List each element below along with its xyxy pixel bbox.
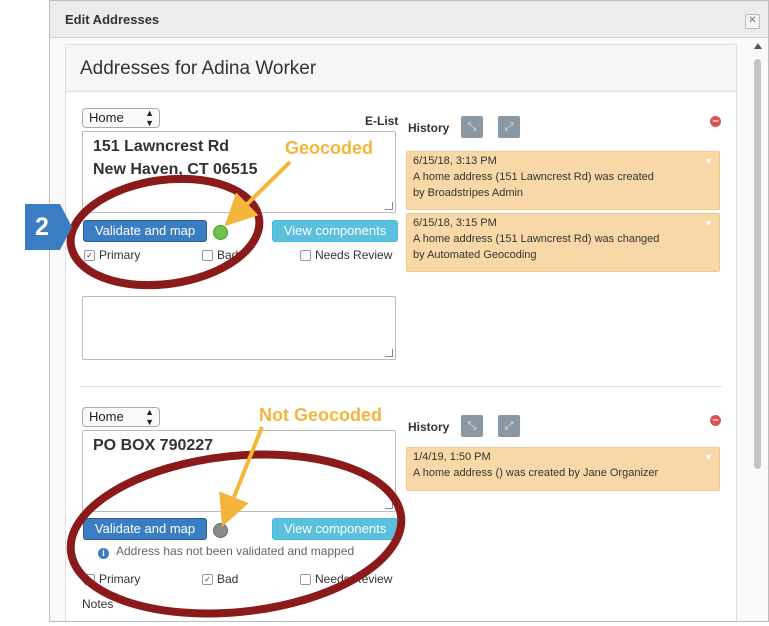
select-arrows-icon: ▲ ▼ <box>145 407 154 427</box>
info-icon: i <box>98 548 109 559</box>
validate-and-map-button[interactable]: Validate and map <box>83 518 207 540</box>
dialog-titlebar: Edit Addresses ✕ <box>50 1 768 38</box>
edit-addresses-dialog: Edit Addresses ✕ Addresses for Adina Wor… <box>49 0 769 622</box>
address-type-select[interactable]: Home ▲ ▼ <box>82 407 160 427</box>
needs-review-checkbox[interactable] <box>300 250 311 261</box>
primary-label: Primary <box>99 248 141 262</box>
resize-grip-icon[interactable] <box>385 501 393 509</box>
panel-heading: Addresses for Adina Worker <box>80 58 317 79</box>
view-components-button[interactable]: View components <box>272 220 398 242</box>
address-type-value: Home <box>89 409 124 424</box>
history-text-line-1: A home address (151 Lawncrest Rd) was ch… <box>413 233 660 245</box>
geocode-status-icon <box>213 225 228 240</box>
scrollbar[interactable] <box>752 37 764 621</box>
step-number: 2 <box>35 213 49 241</box>
bad-checkbox[interactable]: ✓ <box>202 574 213 585</box>
notes-textarea[interactable] <box>82 296 396 360</box>
scroll-up-arrow-icon[interactable] <box>754 43 762 49</box>
collapse-icon[interactable]: ⤢ <box>498 116 520 138</box>
remove-circle-icon[interactable]: – <box>710 415 721 426</box>
bad-label: Bad <box>217 572 239 586</box>
view-components-button[interactable]: View components <box>272 518 398 540</box>
dialog-title: Edit Addresses <box>65 12 160 27</box>
expand-icon[interactable]: ⤡ <box>461 415 483 437</box>
validation-info: i Address has not been validated and mapp… <box>98 544 354 559</box>
history-entry: ▼ 6/15/18, 3:13 PM A home address (151 L… <box>406 151 720 210</box>
address-line-1: PO BOX 790227 <box>93 437 214 454</box>
scrollbar-thumb[interactable] <box>754 59 761 469</box>
bad-label: Bad <box>217 248 239 262</box>
panel-header: Addresses for Adina Worker <box>66 45 736 92</box>
resize-grip-icon[interactable] <box>385 349 393 357</box>
history-time: 6/15/18, 3:15 PM <box>413 217 497 229</box>
addresses-panel: Addresses for Adina Worker Home ▲ ▼ E-Lis… <box>65 44 737 621</box>
address-divider <box>80 386 722 387</box>
history-entry: ▼ 6/15/18, 3:15 PM A home address (151 L… <box>406 213 720 272</box>
bad-checkbox[interactable] <box>202 250 213 261</box>
history-label: History <box>408 121 450 135</box>
notes-label: Notes <box>82 597 114 611</box>
primary-checkbox[interactable] <box>84 574 95 585</box>
history-text-line-1: A home address () was created by Jane Or… <box>413 467 659 479</box>
validation-info-text: Address has not been validated and mappe… <box>116 544 355 558</box>
address-textarea[interactable]: PO BOX 790227 <box>82 430 396 512</box>
primary-checkbox[interactable]: ✓ <box>84 250 95 261</box>
chevron-down-icon[interactable]: ▼ <box>704 153 713 169</box>
expand-icon[interactable]: ⤡ <box>461 116 483 138</box>
history-label: History <box>408 420 450 434</box>
resize-grip-icon[interactable] <box>385 202 393 210</box>
address-type-select[interactable]: Home ▲ ▼ <box>82 108 160 128</box>
not-geocoded-annotation: Not Geocoded <box>259 405 383 425</box>
step-badge: 2 <box>25 204 67 250</box>
history-entry: ▼ 1/4/19, 1:50 PM A home address () was … <box>406 447 720 491</box>
history-text-line-1: A home address (151 Lawncrest Rd) was cr… <box>413 171 654 183</box>
chevron-down-icon[interactable]: ▼ <box>704 449 713 465</box>
geocoded-annotation: Geocoded <box>285 138 374 158</box>
address-line-2: New Haven, CT 06515 <box>93 161 258 178</box>
collapse-icon[interactable]: ⤢ <box>498 415 520 437</box>
history-time: 1/4/19, 1:50 PM <box>413 451 491 463</box>
needs-review-checkbox[interactable] <box>300 574 311 585</box>
needs-review-label: Needs Review <box>315 248 393 262</box>
geocode-status-icon <box>213 523 228 538</box>
select-arrows-icon: ▲ ▼ <box>145 108 154 128</box>
history-time: 6/15/18, 3:13 PM <box>413 155 497 167</box>
history-text-line-2: by Broadstripes Admin <box>413 187 524 199</box>
close-icon[interactable]: ✕ <box>745 14 760 29</box>
validate-and-map-button[interactable]: Validate and map <box>83 220 207 242</box>
history-text-line-2: by Automated Geocoding <box>413 249 537 261</box>
address-type-value: Home <box>89 110 124 125</box>
needs-review-label: Needs Review <box>315 572 393 586</box>
remove-circle-icon[interactable]: – <box>710 116 721 127</box>
elist-label: E-List <box>365 114 399 128</box>
chevron-down-icon[interactable]: ▼ <box>704 215 713 231</box>
primary-label: Primary <box>99 572 141 586</box>
